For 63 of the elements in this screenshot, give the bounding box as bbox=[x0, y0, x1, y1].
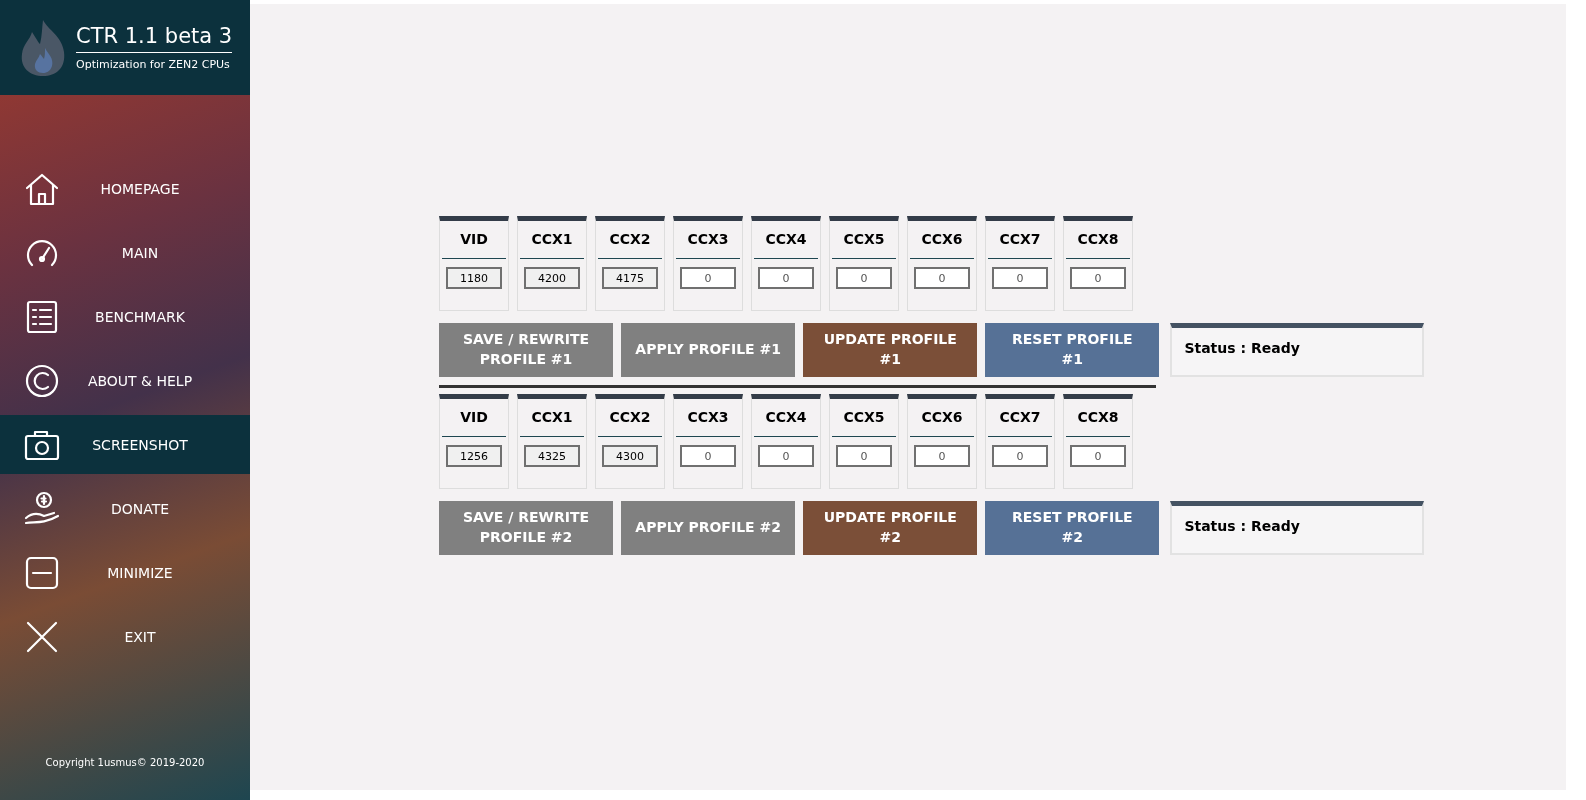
field-label: CCX7 bbox=[999, 231, 1041, 249]
field-label: CCX6 bbox=[921, 231, 963, 249]
field-label: CCX2 bbox=[609, 231, 651, 249]
field-label: CCX3 bbox=[687, 409, 729, 427]
value-field[interactable]: 0 bbox=[758, 445, 814, 467]
sidebar-item[interactable]: MAIN bbox=[0, 221, 250, 285]
field-label: VID bbox=[460, 231, 488, 249]
field-label: CCX7 bbox=[999, 409, 1041, 427]
sidebar-item[interactable]: EXIT bbox=[0, 605, 250, 669]
value-field[interactable]: 0 bbox=[914, 445, 970, 467]
value-field[interactable]: 4175 bbox=[602, 267, 658, 289]
value-field[interactable]: 0 bbox=[1070, 445, 1126, 467]
field-label: CCX6 bbox=[921, 409, 963, 427]
value-field[interactable]: 0 bbox=[758, 267, 814, 289]
sidebar-item[interactable]: HOMEPAGE bbox=[0, 157, 250, 221]
field-label: CCX4 bbox=[765, 409, 807, 427]
value-field[interactable]: 4325 bbox=[524, 445, 580, 467]
app-title: CTR 1.1 beta 3 bbox=[76, 24, 233, 53]
field-label: CCX1 bbox=[531, 231, 573, 249]
field-label: CCX1 bbox=[531, 409, 573, 427]
profile-button[interactable]: RESET PROFILE #1 bbox=[985, 323, 1160, 377]
field-label: CCX3 bbox=[687, 231, 729, 249]
minimize-icon bbox=[24, 555, 60, 591]
value-field[interactable]: 4200 bbox=[524, 267, 580, 289]
copyright-text: Copyright 1usmus© 2019-2020 bbox=[44, 757, 206, 768]
status-text: Status : Ready bbox=[1184, 340, 1300, 356]
value-field[interactable]: 0 bbox=[836, 445, 892, 467]
profile-button[interactable]: RESET PROFILE #2 bbox=[985, 501, 1160, 555]
value-field[interactable]: 1256 bbox=[446, 445, 502, 467]
field-label: CCX5 bbox=[843, 231, 885, 249]
sidebar-item[interactable]: ABOUT & HELP bbox=[0, 349, 250, 413]
field-label: VID bbox=[460, 409, 488, 427]
field-label: CCX5 bbox=[843, 409, 885, 427]
value-field[interactable]: 1180 bbox=[446, 267, 502, 289]
app-subtitle: Optimization for ZEN2 CPUs bbox=[76, 57, 231, 71]
value-field[interactable]: 0 bbox=[992, 267, 1048, 289]
value-field[interactable]: 4300 bbox=[602, 445, 658, 467]
house-icon bbox=[24, 171, 60, 207]
value-field[interactable]: 0 bbox=[680, 445, 736, 467]
field-label: CCX4 bbox=[765, 231, 807, 249]
profile-button[interactable]: UPDATE PROFILE #1 bbox=[803, 323, 978, 377]
profile-button[interactable]: APPLY PROFILE #1 bbox=[621, 323, 796, 377]
value-field[interactable]: 0 bbox=[914, 267, 970, 289]
list-icon bbox=[24, 299, 60, 335]
status-text: Status : Ready bbox=[1184, 518, 1300, 534]
field-label: CCX8 bbox=[1077, 231, 1119, 249]
sidebar-item[interactable]: MINIMIZE bbox=[0, 541, 250, 605]
profile-button[interactable]: APPLY PROFILE #2 bbox=[621, 501, 796, 555]
sidebar-item[interactable]: DONATE bbox=[0, 477, 250, 541]
copyright-icon bbox=[24, 363, 60, 399]
profile-button[interactable]: SAVE / REWRITE PROFILE #2 bbox=[439, 501, 614, 555]
value-field[interactable]: 0 bbox=[992, 445, 1048, 467]
field-label: CCX8 bbox=[1077, 409, 1119, 427]
field-label: CCX2 bbox=[609, 409, 651, 427]
sidebar-item[interactable]: SCREENSHOT bbox=[0, 415, 250, 474]
value-field[interactable]: 0 bbox=[836, 267, 892, 289]
sidebar-item[interactable]: BENCHMARK bbox=[0, 285, 250, 349]
profile-button[interactable]: SAVE / REWRITE PROFILE #1 bbox=[439, 323, 614, 377]
value-field[interactable]: 0 bbox=[680, 267, 736, 289]
coin-hand-icon bbox=[24, 491, 60, 527]
value-field[interactable]: 0 bbox=[1070, 267, 1126, 289]
profile-button[interactable]: UPDATE PROFILE #2 bbox=[803, 501, 978, 555]
close-icon bbox=[24, 619, 60, 655]
